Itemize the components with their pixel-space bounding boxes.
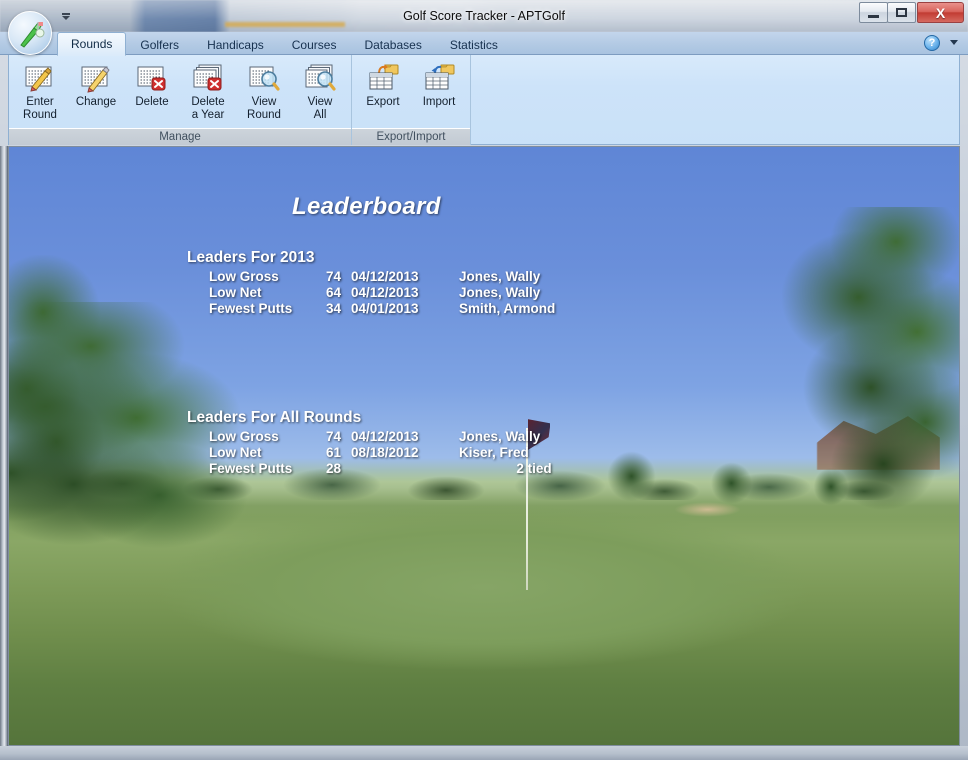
- application-menu-button[interactable]: [8, 11, 52, 55]
- tab-courses[interactable]: Courses: [278, 33, 351, 56]
- window-controls: X: [859, 2, 964, 24]
- row-label: Fewest Putts: [209, 461, 293, 476]
- row-score: 34: [325, 301, 341, 316]
- tab-handicaps[interactable]: Handicaps: [193, 33, 278, 56]
- row-golfer-name: Jones, Wally: [459, 285, 541, 300]
- enter-round-label: Enter Round: [23, 96, 57, 121]
- export-label: Export: [366, 96, 400, 108]
- leaderboard-section-year: Leaders For 2013 Low Gross 74 04/12/2013…: [187, 249, 609, 317]
- pages-delete-icon: [191, 63, 225, 93]
- change-label: Change: [75, 96, 117, 108]
- help-icon[interactable]: ?: [924, 35, 940, 51]
- window-right-border: [960, 146, 968, 760]
- pages-magnifier-icon: [303, 63, 337, 93]
- maximize-button[interactable]: [887, 2, 916, 23]
- table-row: Low Gross 74 04/12/2013 Jones, Wally: [187, 269, 609, 285]
- minimize-icon: [868, 14, 879, 18]
- tab-rounds[interactable]: Rounds: [57, 32, 127, 56]
- ribbon-group-export-import-items: Export Import: [352, 55, 470, 128]
- tab-statistics[interactable]: Statistics: [436, 33, 512, 56]
- ribbon-tabs: Rounds Golfers Handicaps Courses Databas…: [57, 32, 512, 56]
- row-score: 64: [325, 285, 341, 300]
- ribbon-empty-space: [471, 55, 959, 144]
- delete-button[interactable]: Delete: [124, 59, 180, 123]
- export-button[interactable]: Export: [355, 59, 411, 123]
- import-button[interactable]: Import: [411, 59, 467, 123]
- row-score: 61: [325, 445, 341, 460]
- table-row: Fewest Putts 34 04/01/2013 Smith, Armond: [187, 301, 609, 317]
- row-date: 04/12/2013: [351, 429, 419, 444]
- row-golfer-name: Smith, Armond: [459, 301, 556, 316]
- tab-golfers[interactable]: Golfers: [126, 33, 193, 56]
- page-magnifier-icon: [247, 63, 281, 93]
- close-button[interactable]: X: [917, 2, 964, 23]
- window-title: Golf Score Tracker - APTGolf: [403, 9, 565, 23]
- golf-club-icon: [20, 22, 45, 48]
- row-golfer-name: Jones, Wally: [459, 429, 541, 444]
- delete-a-year-label: Delete a Year: [191, 96, 225, 121]
- ribbon-group-manage: Enter Round Change Delete Delete a Year …: [9, 55, 352, 145]
- page-title: Leaderboard: [292, 193, 441, 220]
- row-score: 28: [325, 461, 341, 476]
- title-bar: Golf Score Tracker - APTGolf: [0, 0, 968, 32]
- window-bottom-border: [0, 746, 968, 760]
- view-all-label: View All: [307, 96, 333, 121]
- row-score: 74: [325, 429, 341, 444]
- quick-access-toolbar-arrow[interactable]: [62, 13, 70, 20]
- view-all-button[interactable]: View All: [292, 59, 348, 123]
- grid-export-folder-icon: [366, 63, 400, 93]
- row-label: Low Net: [209, 285, 262, 300]
- row-label: Low Gross: [209, 429, 279, 444]
- change-button[interactable]: Change: [68, 59, 124, 123]
- row-score: 74: [325, 269, 341, 284]
- leaderboard-section-all-rounds: Leaders For All Rounds Low Gross 74 04/1…: [187, 409, 609, 477]
- page-pencil-edit-icon: [79, 63, 113, 93]
- ribbon-group-export-import: Export Import Export/Import: [352, 55, 471, 145]
- row-date: 04/12/2013: [351, 285, 419, 300]
- table-row: Fewest Putts 28 2 tied: [187, 461, 609, 477]
- section-heading: Leaders For All Rounds: [187, 409, 362, 426]
- view-round-label: View Round: [247, 96, 281, 121]
- application-window: Golf Score Tracker - APTGolf X Rounds Go…: [0, 0, 968, 760]
- ribbon-group-manage-label: Manage: [9, 128, 351, 145]
- chevron-down-icon[interactable]: [950, 40, 958, 45]
- row-golfer-name: 2 tied: [516, 461, 552, 476]
- row-date: 04/12/2013: [351, 269, 419, 284]
- view-round-button[interactable]: View Round: [236, 59, 292, 123]
- table-row: Low Gross 74 04/12/2013 Jones, Wally: [187, 429, 609, 445]
- row-date: 08/18/2012: [351, 445, 419, 460]
- enter-round-button[interactable]: Enter Round: [12, 59, 68, 123]
- table-row: Low Net 64 04/12/2013 Jones, Wally: [187, 285, 609, 301]
- row-label: Fewest Putts: [209, 301, 293, 316]
- ribbon-group-manage-items: Enter Round Change Delete Delete a Year …: [9, 55, 351, 128]
- table-row: Low Net 61 08/18/2012 Kiser, Fred: [187, 445, 609, 461]
- minimize-button[interactable]: [859, 2, 888, 23]
- row-label: Low Net: [209, 445, 262, 460]
- window-left-border: [0, 146, 8, 746]
- row-date: [351, 461, 459, 477]
- maximize-restore-icon: [896, 8, 907, 17]
- section-heading: Leaders For 2013: [187, 249, 315, 266]
- ribbon-group-export-import-label: Export/Import: [352, 128, 470, 145]
- delete-label: Delete: [135, 96, 169, 108]
- import-label: Import: [422, 96, 456, 108]
- close-icon: X: [935, 4, 946, 21]
- row-date: 04/01/2013: [351, 301, 419, 316]
- ribbon: Enter Round Change Delete Delete a Year …: [8, 55, 960, 145]
- tab-databases[interactable]: Databases: [350, 33, 435, 56]
- grid-import-folder-icon: [422, 63, 456, 93]
- row-golfer-name: Kiser, Fred: [459, 445, 529, 460]
- leaderboard-panel: Leaderboard Leaders For 2013 Low Gross 7…: [8, 146, 960, 746]
- page-pencil-icon: [23, 63, 57, 93]
- delete-a-year-button[interactable]: Delete a Year: [180, 59, 236, 123]
- page-delete-icon: [135, 63, 169, 93]
- leaderboard-overlay: Leaderboard Leaders For 2013 Low Gross 7…: [9, 147, 959, 745]
- row-label: Low Gross: [209, 269, 279, 284]
- row-golfer-name: Jones, Wally: [459, 269, 541, 284]
